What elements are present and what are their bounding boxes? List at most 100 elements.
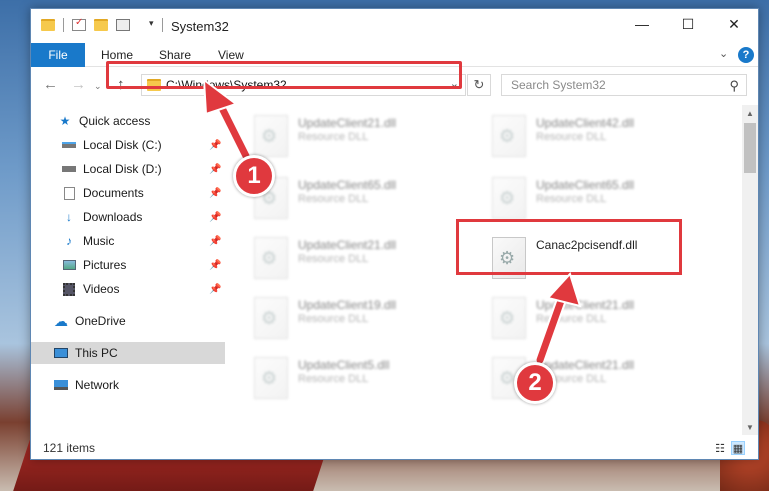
sidebar-item-label: Network <box>75 378 120 392</box>
file-highlight-box <box>456 219 682 275</box>
cloud-icon: ☁ <box>54 312 68 329</box>
status-bar: 121 items ☷ ▦ <box>31 437 758 459</box>
computer-icon <box>53 346 69 360</box>
vertical-scrollbar[interactable]: ▲ ▼ <box>742 105 758 435</box>
search-input[interactable]: Search System32 ⚲ <box>501 74 747 96</box>
tab-share[interactable]: Share <box>159 48 191 62</box>
maximize-button[interactable]: ☐ <box>665 9 711 39</box>
dll-file-icon <box>254 357 288 399</box>
drive-icon <box>61 162 77 176</box>
file-name: UpdateClient21.dll <box>536 298 635 312</box>
folder-icon[interactable] <box>41 19 55 31</box>
file-name: UpdateClient65.dll <box>536 178 635 192</box>
tab-view[interactable]: View <box>218 48 244 62</box>
view-options-icon[interactable] <box>116 19 130 31</box>
sidebar-item-label: This PC <box>75 346 118 360</box>
sidebar-item-onedrive[interactable]: ☁ OneDrive <box>53 310 126 332</box>
pictures-icon <box>61 258 77 272</box>
sidebar-item-label: Pictures <box>83 258 127 272</box>
file-name: UpdateClient19.dll <box>298 298 397 312</box>
file-name: UpdateClient5.dll <box>298 358 390 372</box>
sidebar-item-label: Videos <box>83 282 120 296</box>
sidebar-item-label: Music <box>83 234 115 248</box>
toolbar-separator <box>63 18 64 32</box>
search-icon[interactable]: ⚲ <box>729 78 739 94</box>
back-arrow-icon[interactable]: ← <box>43 76 58 93</box>
file-name: UpdateClient21.dll <box>298 238 397 252</box>
recent-locations-chevron-icon[interactable]: ⌄ <box>94 81 102 92</box>
file-type: Resource DLL <box>298 373 369 385</box>
navigation-pane: ★ Quick access Local Disk (C:) 📌 Local D… <box>31 105 227 435</box>
file-name: UpdateClient21.dll <box>298 116 397 130</box>
pin-icon[interactable]: 📌 <box>209 284 221 295</box>
sidebar-item-downloads[interactable]: ↓ Downloads <box>61 206 142 228</box>
file-type: Resource DLL <box>298 313 369 325</box>
dll-file-icon <box>254 297 288 339</box>
large-icons-view-icon[interactable]: ▦ <box>731 441 745 455</box>
file-name: UpdateClient65.dll <box>298 178 397 192</box>
videos-icon <box>61 282 77 296</box>
sidebar-item-local-disk-c[interactable]: Local Disk (C:) <box>61 134 162 156</box>
star-icon: ★ <box>59 114 71 128</box>
scrollbar-thumb[interactable] <box>744 123 756 173</box>
sidebar-item-local-disk-d[interactable]: Local Disk (D:) <box>61 158 162 180</box>
scroll-down-arrow-icon[interactable]: ▼ <box>742 419 758 435</box>
help-icon[interactable]: ? <box>738 47 754 63</box>
minimize-button[interactable]: — <box>619 9 665 39</box>
file-item[interactable]: UpdateClient42.dll Resource DLL <box>492 111 712 167</box>
dll-file-icon <box>492 297 526 339</box>
file-item[interactable]: UpdateClient65.dll Resource DLL <box>254 173 474 229</box>
sidebar-item-documents[interactable]: Documents <box>61 182 144 204</box>
title-bar: ✓ ▾ System32 — ☐ ✕ <box>31 9 758 43</box>
address-bar-highlight-box <box>106 61 462 89</box>
pin-icon[interactable]: 📌 <box>209 188 221 199</box>
pin-icon[interactable]: 📌 <box>209 236 221 247</box>
dll-file-icon <box>492 115 526 157</box>
title-separator <box>162 18 163 32</box>
forward-arrow-icon[interactable]: → <box>71 76 86 93</box>
sidebar-item-label: Quick access <box>79 114 151 128</box>
file-name: UpdateClient42.dll <box>536 116 635 130</box>
pin-icon[interactable]: 📌 <box>209 212 221 223</box>
file-item[interactable]: UpdateClient19.dll Resource DLL <box>254 293 474 349</box>
sidebar-item-music[interactable]: ♪ Music <box>61 230 114 252</box>
sidebar-item-network[interactable]: Network <box>53 374 119 396</box>
expand-ribbon-chevron-icon[interactable]: ⌄ <box>719 47 728 60</box>
file-type: Resource DLL <box>536 313 607 325</box>
sidebar-item-quick-access[interactable]: ★ Quick access <box>57 110 151 132</box>
pin-icon[interactable]: 📌 <box>209 164 221 175</box>
sidebar-item-this-pc[interactable]: This PC <box>53 342 118 364</box>
customize-toolbar-chevron-icon[interactable]: ▾ <box>149 18 154 29</box>
details-view-icon[interactable]: ☷ <box>713 441 727 455</box>
network-icon <box>53 378 69 392</box>
sidebar-item-label: Documents <box>83 186 144 200</box>
file-type: Resource DLL <box>298 253 369 265</box>
step-1-badge: 1 <box>233 155 275 197</box>
file-item[interactable]: UpdateClient5.dll Resource DLL <box>254 353 474 409</box>
file-type: Resource DLL <box>298 193 369 205</box>
file-item[interactable]: UpdateClient21.dll Resource DLL <box>254 233 474 289</box>
file-type: Resource DLL <box>536 193 607 205</box>
dll-file-icon <box>254 237 288 279</box>
sidebar-item-label: OneDrive <box>75 314 126 328</box>
search-placeholder: Search System32 <box>511 78 606 92</box>
new-folder-icon[interactable] <box>94 19 108 31</box>
refresh-button[interactable]: ↻ <box>467 74 491 96</box>
sidebar-item-videos[interactable]: Videos <box>61 278 119 300</box>
file-item[interactable]: UpdateClient21.dll Resource DLL <box>492 293 712 349</box>
sidebar-item-pictures[interactable]: Pictures <box>61 254 126 276</box>
pin-icon[interactable]: 📌 <box>209 140 221 151</box>
properties-icon[interactable]: ✓ <box>72 17 86 31</box>
sidebar-item-label: Downloads <box>83 210 143 224</box>
download-icon: ↓ <box>66 210 72 224</box>
close-button[interactable]: ✕ <box>711 9 757 39</box>
sidebar-item-label: Local Disk (D:) <box>83 162 162 176</box>
tab-file[interactable]: File <box>31 43 85 67</box>
dll-file-icon <box>492 177 526 219</box>
documents-icon <box>61 186 77 200</box>
tab-home[interactable]: Home <box>101 48 133 62</box>
scroll-up-arrow-icon[interactable]: ▲ <box>742 105 758 121</box>
file-item[interactable]: UpdateClient21.dll Resource DLL <box>254 111 474 167</box>
file-type: Resource DLL <box>536 131 607 143</box>
pin-icon[interactable]: 📌 <box>209 260 221 271</box>
